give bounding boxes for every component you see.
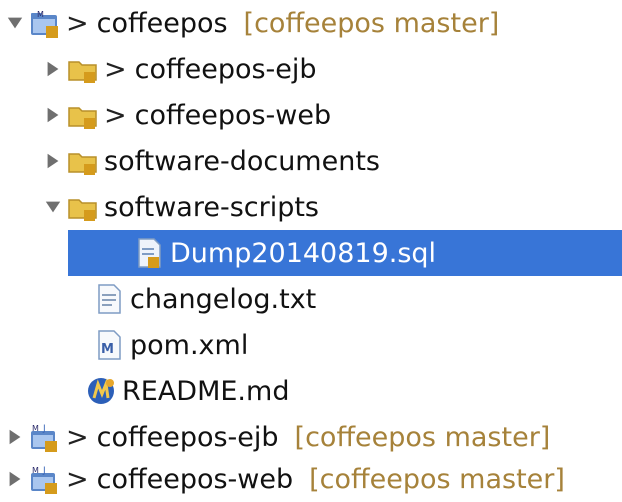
tree-item-changelog[interactable]: changelog.txt [0,276,622,322]
svg-text:J: J [42,424,46,434]
collapsed-arrow-icon[interactable] [40,148,66,174]
svg-text:J: J [42,466,46,476]
tree-item-label: coffeepos-ejb [96,421,279,453]
collapsed-arrow-icon[interactable] [40,56,66,82]
folder-icon [66,52,100,86]
tree-item-dump-sql[interactable]: Dump20140819.sql [0,230,622,276]
project-folder-icon: M [28,6,62,40]
collapsed-arrow-icon[interactable] [2,466,28,492]
markdown-file-icon [84,374,118,408]
folder-icon [66,98,100,132]
svg-text:M: M [32,466,39,475]
tree-item-coffeepos[interactable]: M > coffeepos [coffeepos master] [0,0,622,46]
tree-item-coffeepos-ejb-folder[interactable]: > coffeepos-ejb [0,46,622,92]
tree-item-label: README.md [122,375,290,407]
git-prefix: > [104,99,127,131]
tree-item-coffeepos-ejb-project[interactable]: M J > coffeepos-ejb [coffeepos master] [0,414,622,460]
tree-item-label: changelog.txt [130,283,317,315]
folder-icon [66,190,100,224]
tree-item-software-documents[interactable]: software-documents [0,138,622,184]
maven-pom-icon: M [92,328,126,362]
tree-item-label: coffeepos-web [134,99,332,131]
git-prefix: > [66,7,89,39]
collapsed-arrow-icon[interactable] [40,102,66,128]
text-file-icon [92,282,126,316]
git-prefix: > [66,463,89,495]
folder-icon [66,144,100,178]
collapsed-arrow-icon[interactable] [2,424,28,450]
tree-item-label: coffeepos-web [96,463,294,495]
tree-item-readme[interactable]: README.md [0,368,622,414]
svg-text:M: M [32,424,39,433]
git-branch-decoration: [coffeepos master] [243,7,500,39]
git-branch-decoration: [coffeepos master] [309,463,565,495]
tree-item-label: software-documents [104,145,380,177]
tree-item-coffeepos-web-project[interactable]: M J > coffeepos-web [coffeepos master] [0,456,622,502]
sql-file-icon [132,236,166,270]
tree-item-pom[interactable]: M pom.xml [0,322,622,368]
tree-item-label: coffeepos-ejb [134,53,317,85]
tree-item-label: Dump20140819.sql [170,237,437,269]
project-explorer-tree: M > coffeepos [coffeepos master] > coffe… [0,0,622,501]
expanded-arrow-icon[interactable] [40,194,66,220]
tree-item-software-scripts[interactable]: software-scripts [0,184,622,230]
expanded-arrow-icon[interactable] [2,10,28,36]
maven-project-icon: M J [28,420,62,454]
svg-text:M: M [101,342,114,357]
tree-item-label: software-scripts [104,191,319,223]
tree-item-label: coffeepos [96,7,228,39]
maven-project-icon: M J [28,462,62,496]
git-branch-decoration: [coffeepos master] [294,421,551,453]
tree-item-label: pom.xml [130,329,249,361]
git-prefix: > [66,421,89,453]
tree-item-coffeepos-web-folder[interactable]: > coffeepos-web [0,92,622,138]
git-prefix: > [104,53,127,85]
svg-text:M: M [37,10,44,19]
